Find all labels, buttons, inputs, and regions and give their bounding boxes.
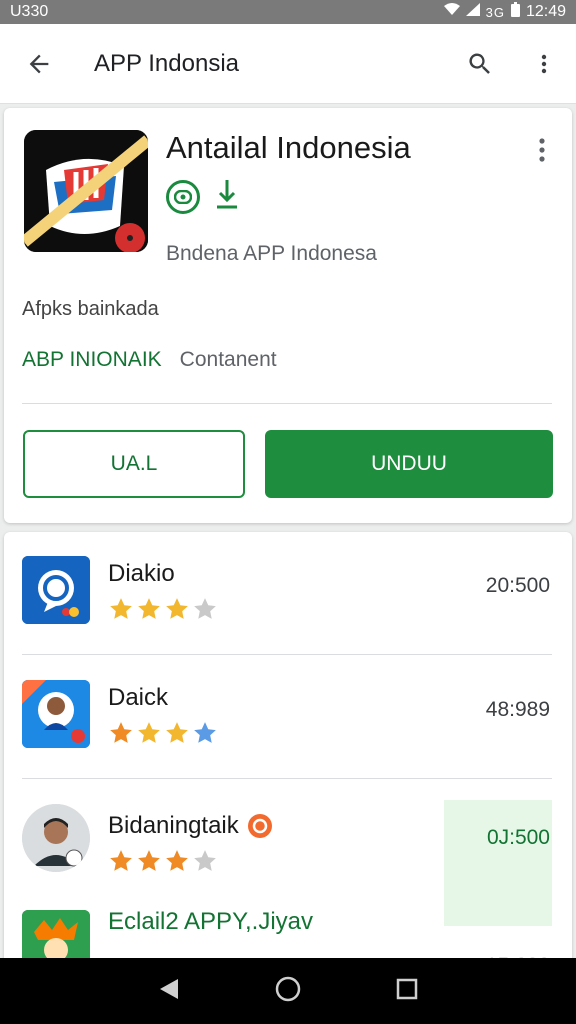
star-icon <box>138 598 160 619</box>
star-empty-icon <box>194 598 216 619</box>
status-time-left: U330 <box>10 3 49 20</box>
nav-home-button[interactable] <box>275 976 301 1007</box>
rating-stars <box>108 720 218 746</box>
app-name-row: Bidaningtaik <box>108 812 273 840</box>
download-count: 48:989 <box>485 698 550 721</box>
square-recents-icon <box>397 978 418 999</box>
star-icon <box>166 598 188 619</box>
app-options-button[interactable] <box>530 136 554 169</box>
nav-recents-button[interactable] <box>396 978 418 1005</box>
rating-stars <box>108 596 218 622</box>
overflow-menu-button[interactable] <box>512 24 576 103</box>
star-icon <box>138 850 160 871</box>
divider <box>22 654 552 655</box>
divider <box>22 403 552 404</box>
more-vert-icon <box>539 138 545 162</box>
app-bar: APP Indonsia <box>0 24 576 104</box>
download-count: 20:500 <box>485 574 550 597</box>
star-icon <box>110 850 132 871</box>
download-count: 0J:500 <box>486 826 550 849</box>
list-item[interactable]: Diakio 20:500 <box>4 532 572 654</box>
app-details-card: Antailal Indonesia Bndena APP Indonesa A… <box>4 108 572 523</box>
search-button[interactable] <box>448 24 512 103</box>
status-time-right: 12:49 <box>525 3 566 20</box>
wifi-icon <box>443 3 460 21</box>
tag-row: ABP INIONAIK Contanent <box>22 348 277 372</box>
install-button[interactable]: UNDUU <box>265 430 553 498</box>
editors-choice-icon <box>166 179 200 214</box>
app-name: Daick <box>108 684 169 711</box>
search-icon <box>469 53 490 74</box>
app-icon <box>24 130 148 252</box>
app-name: Diakio <box>108 560 175 587</box>
nav-back-button[interactable] <box>158 977 180 1006</box>
star-icon <box>166 850 188 871</box>
avatar <box>22 804 90 872</box>
page-title: APP Indonsia <box>94 49 239 77</box>
list-item[interactable]: Bidaningtaik 0J:500 <box>4 780 572 926</box>
star-icon <box>194 722 216 743</box>
battery-icon <box>510 2 520 22</box>
divider <box>22 778 552 779</box>
app-icon <box>22 680 90 748</box>
download-icon <box>214 178 240 215</box>
list-item[interactable]: Daick 48:989 <box>4 656 572 778</box>
star-icon <box>110 722 132 743</box>
badge-row <box>166 178 240 215</box>
status-bar: U330 3G 12:49 <box>0 0 576 24</box>
triangle-back-icon <box>159 978 178 999</box>
star-icon <box>166 722 188 743</box>
arrow-back-icon <box>29 54 49 73</box>
secondary-button[interactable]: UA.L <box>23 430 245 498</box>
app-category-line: Afpks bainkada <box>22 298 159 320</box>
developer-name[interactable]: Bndena APP Indonesa <box>166 242 377 266</box>
app-icon <box>22 556 90 624</box>
star-empty-icon <box>194 850 216 871</box>
award-icon <box>247 814 272 838</box>
back-button[interactable] <box>0 24 78 103</box>
carrier-label: 3G <box>485 4 505 20</box>
circle-home-icon <box>275 976 301 1001</box>
star-icon <box>110 598 132 619</box>
related-apps-card: Diakio 20:500 Daick 48:989 Bidaningtaik … <box>4 532 572 972</box>
star-icon <box>138 722 160 743</box>
app-name: Eclail2 APPY,.Jiyav <box>108 908 313 935</box>
tag-primary[interactable]: ABP INIONAIK <box>22 348 162 372</box>
more-vert-icon <box>541 54 547 73</box>
status-icons: 3G 12:49 <box>443 2 566 22</box>
app-name: Bidaningtaik <box>108 812 239 839</box>
signal-icon <box>465 3 480 21</box>
app-title: Antailal Indonesia <box>166 130 411 165</box>
system-nav-bar <box>0 958 576 1024</box>
tag-secondary: Contanent <box>179 348 277 371</box>
rating-stars <box>108 848 218 874</box>
